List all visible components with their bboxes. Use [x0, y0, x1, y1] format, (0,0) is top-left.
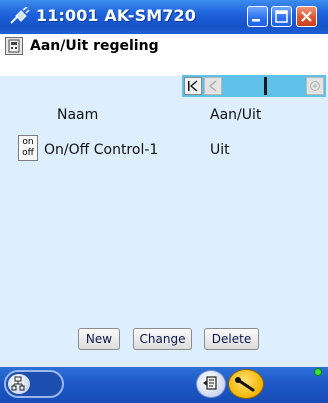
bottom-bar — [0, 367, 328, 403]
maximize-button[interactable] — [271, 6, 292, 27]
next-page-button[interactable] — [306, 77, 324, 95]
service-key-button[interactable] — [228, 369, 264, 399]
network-tree-icon — [8, 374, 30, 394]
row-state: Uit — [210, 142, 230, 158]
list-area: Naam Aan/Uit on off On/Off Control-1 Uit — [0, 97, 328, 367]
pager-position-marker[interactable] — [264, 77, 267, 95]
app-window: 11:001 AK-SM720 Aan/Uit regeling Naam Aa… — [0, 0, 328, 403]
column-header-name: Naam — [57, 107, 99, 123]
close-button[interactable] — [296, 6, 317, 27]
close-icon — [301, 11, 312, 22]
row-name[interactable]: On/Off Control-1 — [44, 142, 158, 158]
page-header: Aan/Uit regeling — [0, 34, 328, 76]
pager-strip — [182, 75, 326, 97]
log-button[interactable] — [196, 370, 226, 398]
delete-button[interactable]: Delete — [204, 328, 259, 350]
maximize-icon — [275, 10, 288, 23]
log-icon — [203, 376, 217, 390]
badge-off-text: off — [22, 148, 34, 158]
prev-page-button[interactable] — [204, 77, 222, 95]
plug-icon — [10, 7, 30, 24]
status-led-icon — [314, 368, 322, 376]
title-bar: 11:001 AK-SM720 — [0, 0, 328, 34]
window-title: 11:001 AK-SM720 — [36, 6, 197, 25]
service-key-icon — [235, 377, 255, 392]
new-button[interactable]: New — [78, 328, 120, 350]
badge-on-text: on — [22, 137, 34, 147]
first-page-icon — [188, 80, 198, 92]
minimize-icon — [252, 19, 260, 22]
device-icon — [5, 37, 23, 55]
next-page-icon — [310, 81, 320, 91]
page-title: Aan/Uit regeling — [30, 38, 159, 54]
column-header-state: Aan/Uit — [210, 107, 262, 123]
network-tree-button[interactable] — [4, 370, 64, 398]
first-page-button[interactable] — [184, 77, 202, 95]
prev-page-icon — [208, 80, 217, 92]
onoff-badge-icon[interactable]: on off — [18, 135, 38, 161]
minimize-button[interactable] — [247, 6, 268, 27]
change-button[interactable]: Change — [133, 328, 192, 350]
